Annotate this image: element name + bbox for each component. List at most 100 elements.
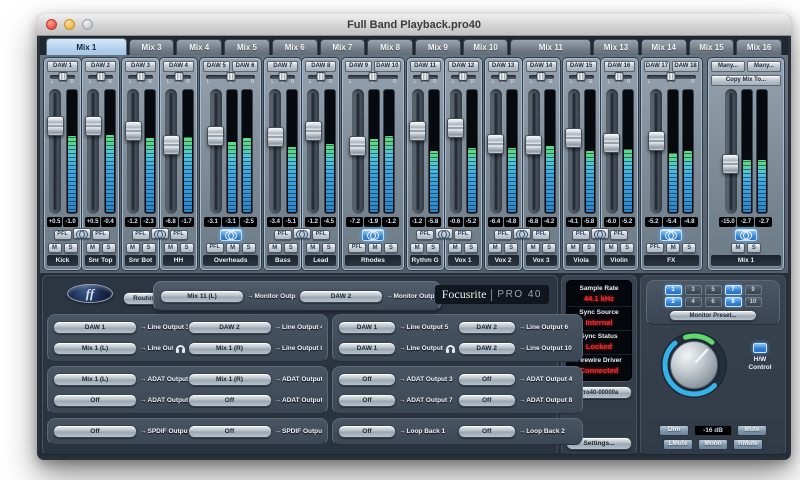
mix-tab[interactable]: Mix 15 [689,39,735,55]
copy-mix-to-button[interactable]: Copy Mix To... [711,75,781,86]
left-mute-button[interactable]: LMute [663,439,693,450]
fader-track[interactable] [450,89,462,214]
fader-cap[interactable] [163,135,180,155]
routing-source-button[interactable]: Mix 1 (L) [53,373,137,386]
daw-source-button-left[interactable]: DAW 5 [203,61,230,72]
mix-tab[interactable]: Mix 1 [46,38,127,55]
routing-source-button[interactable]: DAW 2 [299,290,383,303]
fader-cap[interactable] [85,116,102,136]
mute-button[interactable]: M [226,243,240,253]
fader[interactable] [448,89,463,214]
routing-source-button[interactable]: Off [53,394,137,407]
stereo-link-button[interactable] [660,229,682,241]
zoom-window-icon[interactable] [82,19,93,30]
daw-source-button[interactable]: DAW 12 [448,61,479,72]
stereo-link-button[interactable] [362,229,384,241]
daw-source-button[interactable]: DAW 4 [163,61,194,72]
pfl-button[interactable]: PFL [348,243,366,253]
mute-button[interactable]: M [268,243,282,253]
solo-button[interactable]: S [242,243,256,253]
fader[interactable] [604,89,619,214]
daw-source-button-right[interactable]: DAW 6 [232,61,259,72]
mute-button[interactable]: M [306,243,320,253]
pan-handle[interactable] [96,72,105,81]
mute-button[interactable]: M [731,243,745,253]
fader[interactable] [723,89,738,214]
fader-cap[interactable] [349,136,366,156]
fader-cap[interactable] [267,127,284,147]
routing-source-button[interactable]: DAW 1 [53,321,137,334]
fader-track[interactable] [210,89,222,214]
monitor-preset-number-button[interactable]: 8 [725,297,742,307]
fader-track[interactable] [269,89,281,214]
pfl-button[interactable]: PFL [312,230,330,240]
stereo-link-button[interactable] [735,229,757,241]
pan-slider[interactable] [491,75,516,79]
mute-button[interactable]: M [448,243,462,253]
solo-button[interactable]: S [102,243,116,253]
pan-slider[interactable] [270,75,295,79]
fader-cap[interactable] [125,121,142,141]
hw-control-led[interactable] [753,343,767,353]
pan-slider[interactable] [128,75,153,79]
mix-tab[interactable]: Mix 7 [320,39,366,55]
daw-source-button-left[interactable]: DAW 9 [345,61,372,72]
monitor-preset-number-button[interactable]: 1 [665,285,682,295]
mix-tab[interactable]: Mix 9 [415,39,461,55]
mix-tab[interactable]: Mix 4 [176,39,222,55]
minimize-window-icon[interactable] [64,19,75,30]
many-destinations-button-right[interactable]: Many... [747,61,781,72]
pan-slider[interactable] [413,75,438,79]
monitor-preset-number-button[interactable]: 9 [745,285,762,295]
solo-button[interactable]: S [180,243,194,253]
close-window-icon[interactable] [46,19,57,30]
mix-tab[interactable]: Mix 6 [272,39,318,55]
solo-button[interactable]: S [747,243,761,253]
mix-tab[interactable]: Mix 5 [224,39,270,55]
fader[interactable] [208,89,223,214]
solo-button[interactable]: S [504,243,518,253]
routing-source-button[interactable]: Off [458,394,516,407]
pfl-button[interactable]: PFL [532,230,550,240]
fader[interactable] [126,89,141,214]
pfl-button[interactable]: PFL [92,230,110,240]
pan-slider[interactable] [308,75,333,79]
pan-slider[interactable] [348,75,397,79]
fader-cap[interactable] [648,131,665,151]
pan-slider[interactable] [647,75,696,79]
solo-button[interactable]: S [682,243,696,253]
pan-handle[interactable] [537,72,546,81]
mix-tab[interactable]: Mix 3 [129,39,175,55]
mute-button[interactable]: M [488,243,502,253]
pan-slider[interactable] [451,75,476,79]
routing-source-button[interactable]: Off [188,394,272,407]
mix-tab[interactable]: Mix 16 [736,39,782,55]
pan-handle[interactable] [459,72,468,81]
mix-tab[interactable]: Mix 14 [641,39,687,55]
routing-source-button[interactable]: Off [338,373,396,386]
daw-source-button[interactable]: DAW 11 [410,61,441,72]
pan-handle[interactable] [615,72,624,81]
daw-source-button[interactable]: DAW 8 [305,61,336,72]
stereo-link-button[interactable] [513,228,531,239]
stereo-link-button[interactable] [293,228,311,239]
routing-source-button[interactable]: Off [338,394,396,407]
mute-button[interactable]: M [666,243,680,253]
stereo-link-button[interactable] [591,228,609,239]
fader[interactable] [488,89,503,214]
stereo-link-button[interactable] [151,228,169,239]
mix-tab[interactable]: Mix 10 [463,39,509,55]
solo-button[interactable]: S [142,243,156,253]
fader[interactable] [48,89,63,214]
mix-tab[interactable]: Mix 13 [593,39,639,55]
fader[interactable] [526,89,541,214]
mute-button[interactable]: M [604,243,618,253]
fader-cap[interactable] [447,118,464,138]
routing-source-button[interactable]: Off [458,425,516,438]
solo-button[interactable]: S [620,243,634,253]
pan-handle[interactable] [368,72,377,81]
fader-track[interactable] [49,89,61,214]
pfl-button[interactable]: PFL [494,230,512,240]
pan-handle[interactable] [226,72,235,81]
pan-handle[interactable] [421,72,430,81]
